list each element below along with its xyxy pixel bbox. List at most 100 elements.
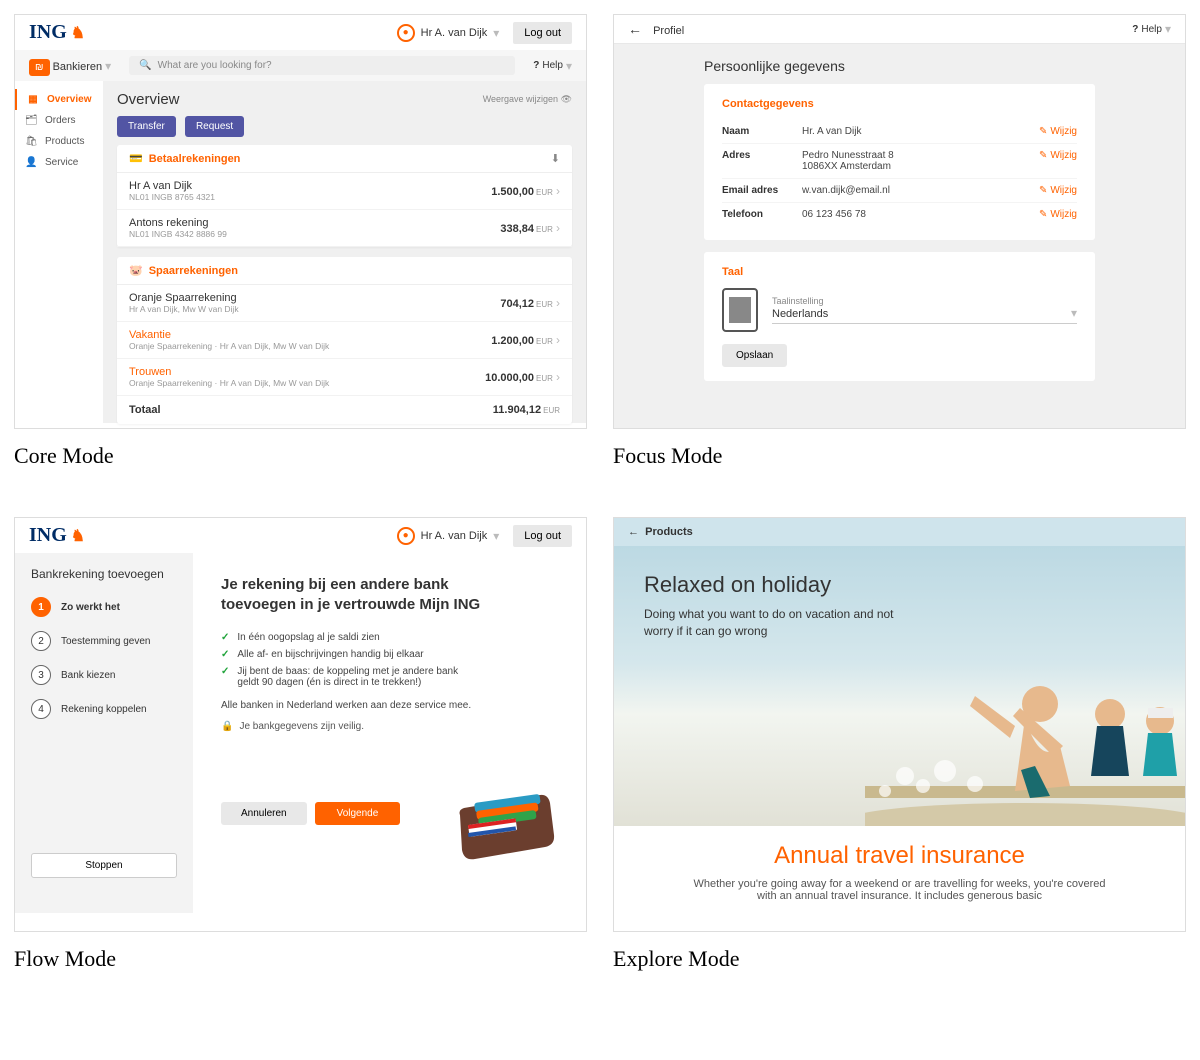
pencil-icon: ✎ <box>1039 209 1047 220</box>
chevron-right-icon: › <box>556 296 560 310</box>
chevron-right-icon: › <box>556 184 560 198</box>
caption: Focus Mode <box>613 443 1186 469</box>
savings-accounts-card: 🐷Spaarrekeningen Oranje SpaarrekeningHr … <box>117 257 572 424</box>
account-row[interactable]: Antons rekeningNL01 INGB 4342 8886 99338… <box>117 210 572 247</box>
sidebar-item-overview[interactable]: ▦Overview <box>15 89 103 110</box>
step-nav: Bankrekening toevoegen 1Zo werkt het 2To… <box>15 553 193 913</box>
lock-icon: 🔒 <box>221 721 233 732</box>
pencil-icon: ✎ <box>1039 185 1047 196</box>
hero: Relaxed on holiday Doing what you want t… <box>614 546 1185 826</box>
panel-heading: Taal <box>722 266 1077 278</box>
header: ← Profiel ? Help ▾ <box>614 15 1185 44</box>
page-title: Persoonlijke gegevens <box>704 58 1095 74</box>
search-input[interactable]: 🔍What are you looking for? <box>129 56 515 75</box>
chevron-down-icon: ▾ <box>566 59 572 73</box>
hero-image <box>865 626 1185 826</box>
account-row[interactable]: TrouwenOranje Spaarrekening · Hr A van D… <box>117 359 572 396</box>
user-menu[interactable]: ●Hr A. van Dijk ▾ <box>397 527 500 545</box>
language-select[interactable]: Nederlands▾ <box>772 306 1077 324</box>
payment-accounts-card: 💳Betaalrekeningen⬇ Hr A van DijkNL01 ING… <box>117 145 572 247</box>
check-icon: ✓ <box>221 632 229 643</box>
language-small-label: Taalinstelling <box>772 296 1077 306</box>
account-row[interactable]: VakantieOranje Spaarrekening · Hr A van … <box>117 322 572 359</box>
orders-icon: 🗂 <box>25 115 37 126</box>
transfer-button[interactable]: Transfer <box>117 116 176 137</box>
request-button[interactable]: Request <box>185 116 244 137</box>
banking-dropdown[interactable]: ₪ Bankieren ▾ <box>29 59 111 73</box>
wallet-icon: ₪ <box>29 59 50 76</box>
chevron-down-icon: ▾ <box>1071 306 1077 320</box>
edit-link[interactable]: ✎Wijzig <box>1039 150 1077 161</box>
product-body: Whether you're going away for a weekend … <box>690 878 1110 902</box>
ing-logo: ING♞ <box>29 21 85 44</box>
logout-button[interactable]: Log out <box>513 22 572 44</box>
check-icon: ✓ <box>221 649 229 660</box>
field-row: NaamHr. A van Dijk✎Wijzig <box>722 120 1077 144</box>
next-button[interactable]: Volgende <box>315 802 401 825</box>
pencil-icon: ✎ <box>1039 150 1047 161</box>
lion-icon: ♞ <box>71 23 85 43</box>
chevron-down-icon: ▾ <box>105 59 111 73</box>
step-4[interactable]: 4Rekening koppelen <box>31 699 177 719</box>
sidebar-item-orders[interactable]: 🗂Orders <box>15 110 103 131</box>
lion-icon: ♞ <box>71 526 85 546</box>
step-1[interactable]: 1Zo werkt het <box>31 597 177 617</box>
chevron-right-icon: › <box>556 221 560 235</box>
account-row[interactable]: Hr A van DijkNL01 INGB 8765 43211.500,00… <box>117 173 572 210</box>
cancel-button[interactable]: Annuleren <box>221 802 307 825</box>
product-card: Annual travel insurance Whether you're g… <box>614 826 1185 918</box>
overview-icon: ▦ <box>27 94 39 105</box>
focus-mode-frame: ← Profiel ? Help ▾ Persoonlijke gegevens… <box>613 14 1186 429</box>
chevron-right-icon: › <box>556 333 560 347</box>
account-row[interactable]: Oranje SpaarrekeningHr A van Dijk, Mw W … <box>117 285 572 322</box>
user-menu[interactable]: ●Hr A. van Dijk ▾ <box>397 24 500 42</box>
help-link[interactable]: ? Help ▾ <box>1132 22 1171 36</box>
total-row: Totaal11.904,12EUR <box>117 396 572 424</box>
caption: Core Mode <box>14 443 587 469</box>
check-item: ✓Alle af- en bijschrijvingen handig bij … <box>221 649 481 660</box>
sidebar-item-service[interactable]: 👤Service <box>15 152 103 173</box>
products-icon: 🛍 <box>25 136 37 147</box>
flow-title: Bankrekening toevoegen <box>31 567 177 581</box>
back-button[interactable]: ← Products <box>628 526 693 538</box>
caption: Flow Mode <box>14 946 587 972</box>
user-icon: ● <box>397 24 415 42</box>
page-title: Overview <box>117 91 180 108</box>
pencil-icon: ✎ <box>1039 126 1047 137</box>
core-mode-frame: ING♞ ●Hr A. van Dijk ▾ Log out ₪ Bankier… <box>14 14 587 429</box>
field-row: Telefoon06 123 456 78✎Wijzig <box>722 203 1077 226</box>
user-icon: ● <box>397 527 415 545</box>
save-button[interactable]: Opslaan <box>722 344 787 367</box>
edit-link[interactable]: ✎Wijzig <box>1039 185 1077 196</box>
chevron-down-icon: ▾ <box>493 529 499 543</box>
product-title: Annual travel insurance <box>644 842 1155 870</box>
flow-content: Je rekening bij een andere bank toevoege… <box>193 553 586 913</box>
edit-link[interactable]: ✎Wijzig <box>1039 209 1077 220</box>
sidebar-item-products[interactable]: 🛍Products <box>15 131 103 152</box>
caption: Explore Mode <box>613 946 1186 972</box>
field-row: AdresPedro Nunesstraat 8 1086XX Amsterda… <box>722 144 1077 179</box>
header: ← Products <box>614 518 1185 546</box>
view-toggle[interactable]: Weergave wijzigen 👁 <box>483 94 572 105</box>
chevron-right-icon: › <box>556 370 560 384</box>
wallet-icon: 💳 <box>129 152 143 165</box>
device-icon <box>722 288 758 332</box>
step-3[interactable]: 3Bank kiezen <box>31 665 177 685</box>
language-panel: Taal Taalinstelling Nederlands▾ Opslaan <box>704 252 1095 381</box>
stop-button[interactable]: Stoppen <box>31 853 177 878</box>
piggy-icon: 🐷 <box>129 264 143 277</box>
arrow-left-icon: ← <box>628 526 639 538</box>
flow-heading: Je rekening bij een andere bank toevoege… <box>221 575 481 616</box>
help-link[interactable]: ? Help ▾ <box>533 59 572 73</box>
service-icon: 👤 <box>25 157 37 168</box>
logout-button[interactable]: Log out <box>513 525 572 547</box>
step-2[interactable]: 2Toestemming geven <box>31 631 177 651</box>
ing-logo: ING♞ <box>29 524 85 547</box>
back-button[interactable]: ← Profiel <box>628 21 684 37</box>
field-row: Email adresw.van.dijk@email.nl✎Wijzig <box>722 179 1077 203</box>
edit-link[interactable]: ✎Wijzig <box>1039 126 1077 137</box>
chevron-down-icon: ▾ <box>493 26 499 40</box>
search-icon: 🔍 <box>139 60 151 71</box>
subheader: ₪ Bankieren ▾ 🔍What are you looking for?… <box>15 50 586 81</box>
download-icon[interactable]: ⬇ <box>551 152 560 165</box>
